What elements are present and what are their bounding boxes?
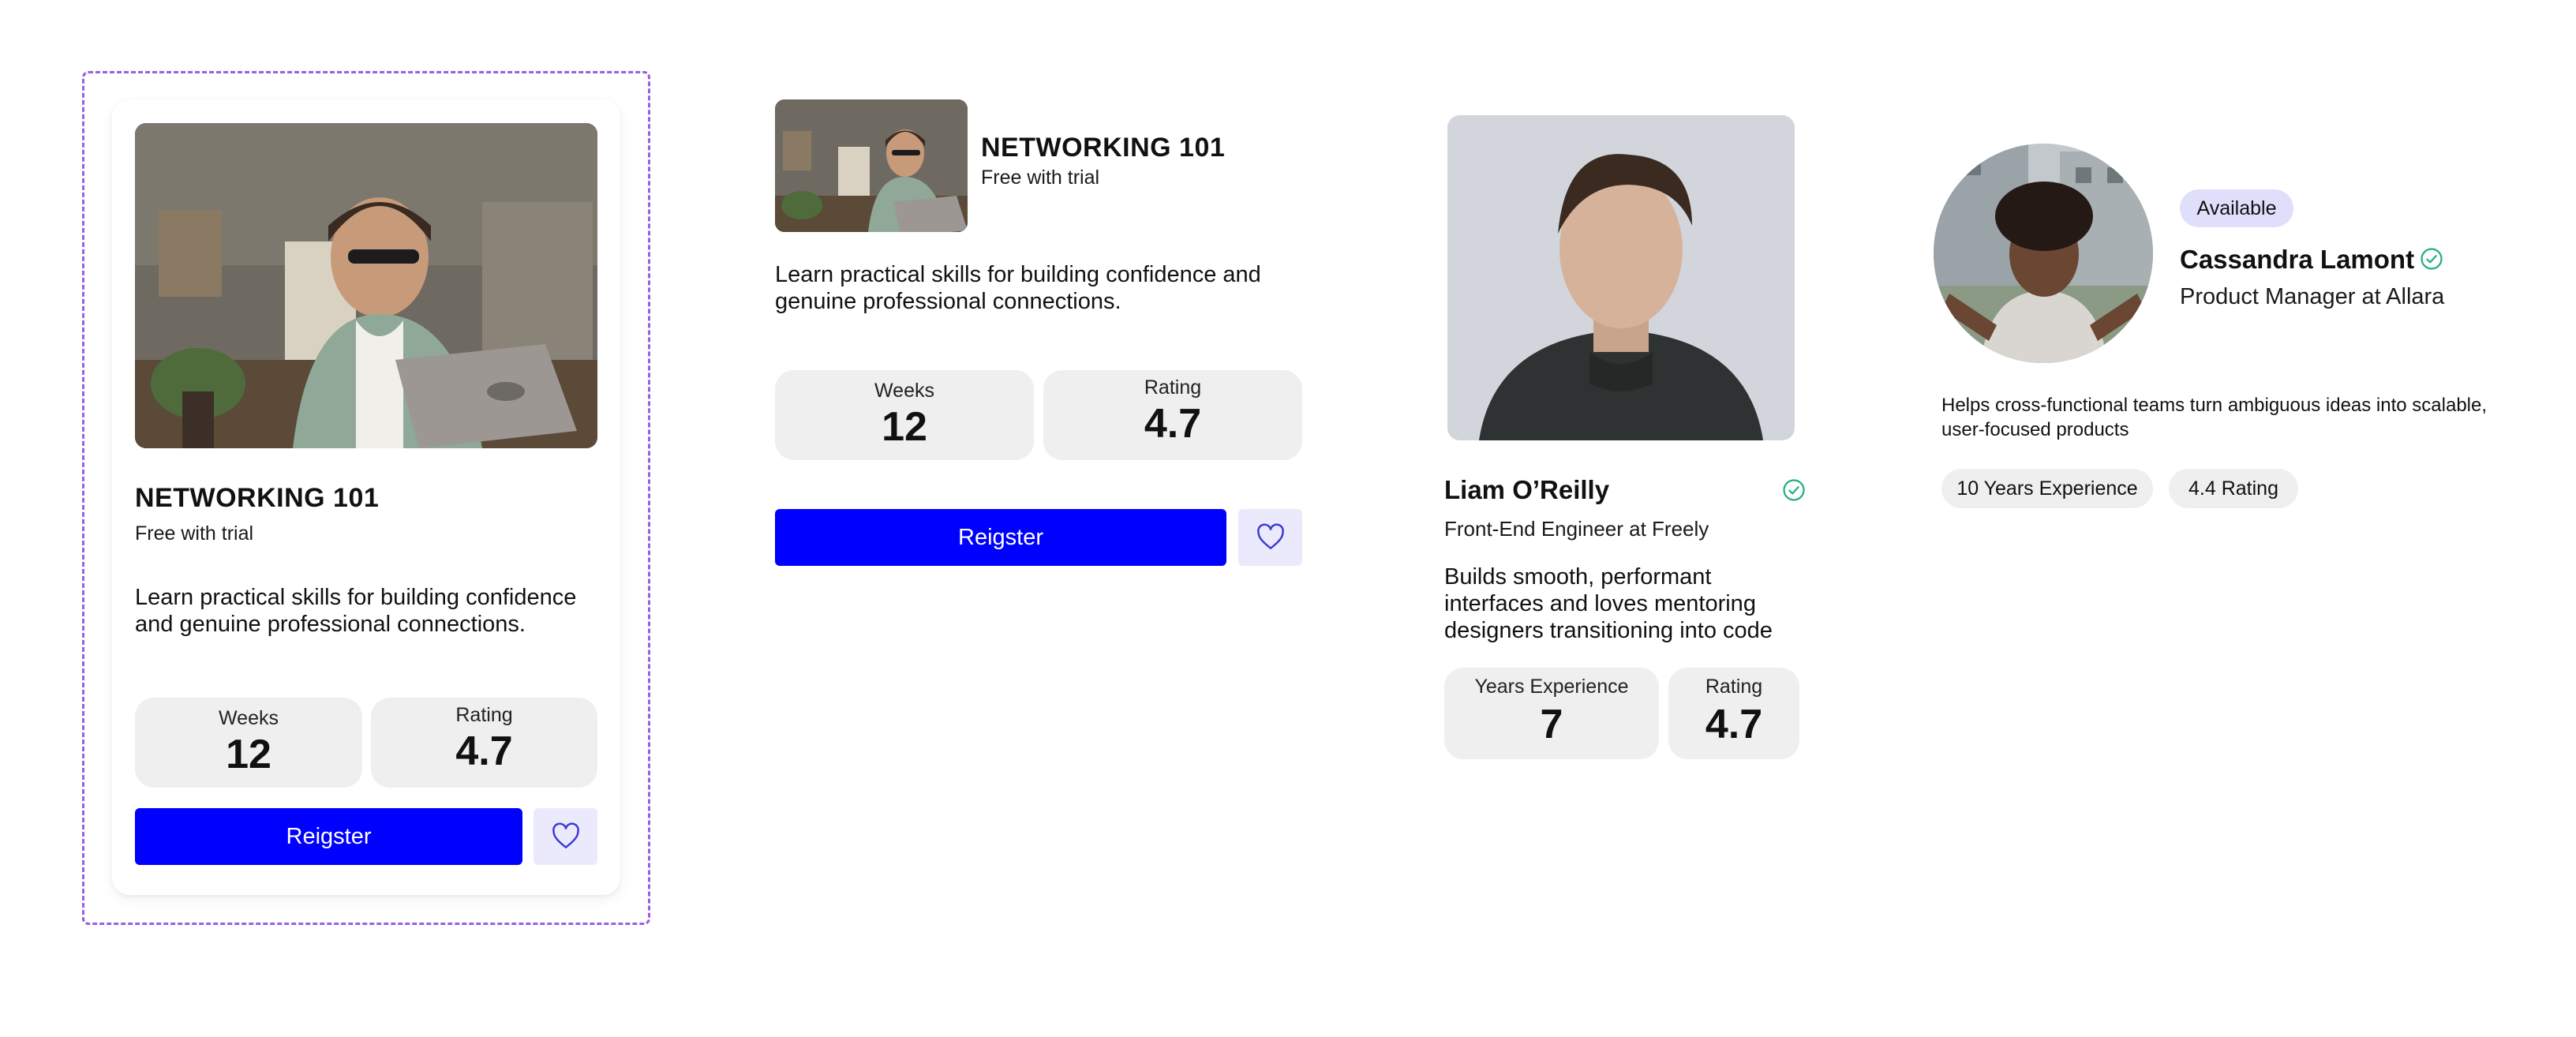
stat-years-experience: Years Experience 7: [1444, 668, 1659, 759]
tag-rating: 4.4 Rating: [2169, 469, 2298, 508]
profile-bio: Builds smooth, performant interfaces and…: [1444, 564, 1773, 643]
stat-label: Weeks: [219, 707, 279, 729]
course-title: NETWORKING 101: [135, 483, 380, 513]
stat-value: 4.7: [1144, 401, 1202, 447]
register-button[interactable]: Reigster: [775, 509, 1226, 566]
favorite-button[interactable]: [1238, 509, 1302, 566]
stat-rating: Rating 4.7: [371, 698, 597, 788]
stat-label: Weeks: [874, 380, 934, 402]
stat-value: 4.7: [455, 728, 513, 774]
course-subtitle: Free with trial: [135, 522, 254, 545]
profile-bio: Helps cross-functional teams turn ambigu…: [1941, 395, 2488, 440]
tag-experience: 10 Years Experience: [1941, 469, 2153, 508]
stat-value: 12: [226, 732, 271, 777]
profile-avatar: [1934, 144, 2153, 363]
stat-rating: Rating 4.7: [1043, 370, 1302, 460]
profile-name: Liam O’Reilly: [1444, 475, 1610, 504]
stat-label: Rating: [1705, 676, 1763, 698]
stat-weeks: Weeks 12: [135, 698, 362, 788]
course-description: Learn practical skills for building conf…: [775, 262, 1261, 314]
course-title: NETWORKING 101: [981, 133, 1226, 163]
register-button[interactable]: Reigster: [135, 808, 522, 865]
stat-label: Years Experience: [1474, 676, 1629, 698]
course-description: Learn practical skills for building conf…: [135, 585, 577, 637]
course-image: [135, 123, 597, 448]
profile-role: Front-End Engineer at Freely: [1444, 517, 1709, 541]
course-subtitle: Free with trial: [981, 167, 1100, 189]
stat-label: Rating: [455, 704, 513, 726]
verified-check-icon: [2420, 247, 2443, 271]
profile-role: Product Manager at Allara: [2180, 284, 2445, 309]
heart-icon: [551, 822, 581, 852]
verified-check-icon: [1782, 478, 1806, 502]
course-thumbnail: [775, 99, 968, 232]
stat-value: 12: [882, 404, 927, 450]
favorite-button[interactable]: [534, 808, 597, 865]
heart-icon: [1256, 523, 1286, 552]
stat-label: Rating: [1144, 376, 1202, 399]
profile-name: Cassandra Lamont: [2180, 245, 2415, 274]
stat-rating: Rating 4.7: [1668, 668, 1799, 759]
status-badge: Available: [2180, 189, 2293, 227]
stat-value: 4.7: [1705, 702, 1763, 747]
stat-value: 7: [1540, 702, 1563, 747]
stat-weeks: Weeks 12: [775, 370, 1034, 460]
profile-photo: [1447, 115, 1795, 440]
